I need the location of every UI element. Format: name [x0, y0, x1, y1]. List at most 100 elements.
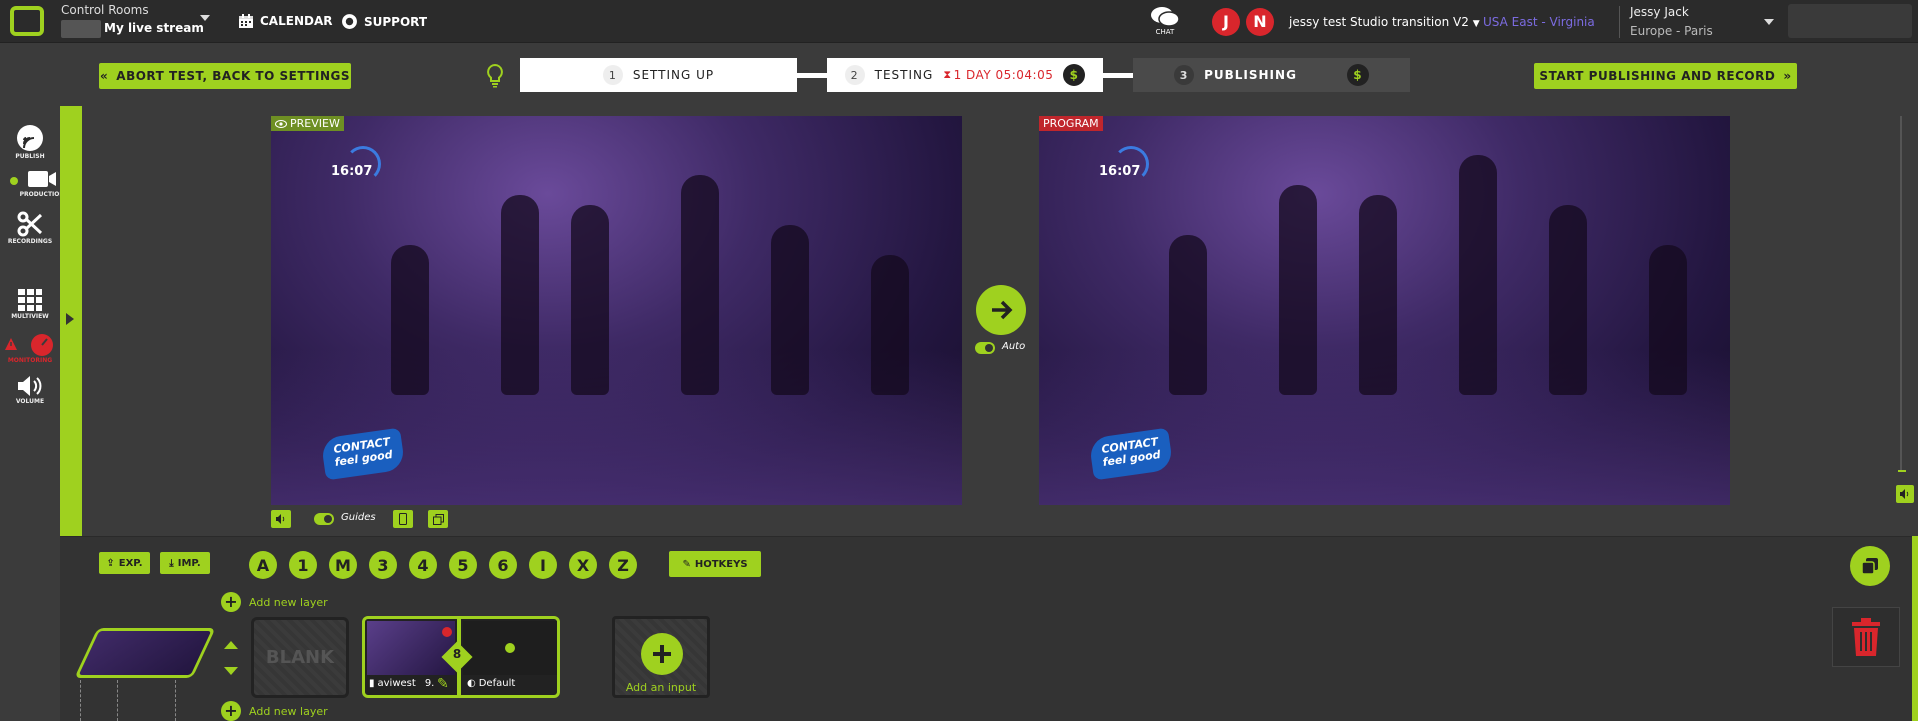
- app-logo-icon[interactable]: [10, 6, 44, 36]
- step-label: TESTING: [874, 68, 934, 82]
- chevron-right-icon[interactable]: [66, 313, 74, 325]
- hotkey-m[interactable]: M: [329, 551, 357, 579]
- video-figure: [391, 245, 429, 395]
- sidebar-item-multiview[interactable]: MULTIVIEW: [0, 288, 60, 320]
- hotkey-4[interactable]: 4: [409, 551, 437, 579]
- preview-video[interactable]: 16:07 CONTACT feel good: [271, 116, 962, 505]
- preview-label: PREVIEW: [271, 116, 344, 131]
- blank-scene-tile[interactable]: BLANK: [251, 617, 349, 698]
- video-figure: [1649, 245, 1687, 395]
- chevron-down-icon[interactable]: [200, 15, 210, 21]
- nav-calendar[interactable]: CALENDAR: [238, 13, 332, 29]
- hotkey-x[interactable]: X: [569, 551, 597, 579]
- video-camera-icon: ▮: [369, 678, 375, 689]
- add-input-tile[interactable]: Add an input: [612, 616, 710, 698]
- abort-test-button[interactable]: « ABORT TEST, BACK TO SETTINGS: [99, 63, 351, 89]
- sidebar-item-monitoring[interactable]: MONITORING: [0, 332, 60, 364]
- hotkey-3[interactable]: 3: [369, 551, 397, 579]
- mobile-icon: [399, 513, 407, 525]
- add-layer-bottom[interactable]: + Add new layer: [221, 701, 328, 721]
- start-publishing-button[interactable]: START PUBLISHING AND RECORD »: [1534, 63, 1797, 89]
- mobile-view-button[interactable]: [393, 510, 413, 528]
- scene-layout-thumbnail: [463, 621, 557, 675]
- video-figure: [1279, 185, 1317, 395]
- video-figure: [1359, 195, 1397, 395]
- chevron-down-icon[interactable]: [1764, 19, 1774, 25]
- hotkeys-button[interactable]: ✎ HOTKEYS: [669, 551, 761, 577]
- video-figure: [571, 205, 609, 395]
- scene-input-suffix: 9.: [424, 678, 435, 689]
- chat-button[interactable]: CHAT: [1148, 6, 1182, 36]
- step-label: PUBLISHING: [1204, 68, 1297, 82]
- avatar[interactable]: N: [1246, 8, 1274, 36]
- scene-tile[interactable]: 8 ▮ aviwest 9. ✎ ◐ Default: [362, 616, 560, 698]
- hotkey-a[interactable]: A: [249, 551, 277, 579]
- guides-label: Guides: [341, 512, 376, 523]
- auto-label: Auto: [1002, 341, 1026, 352]
- hotkey-i[interactable]: I: [529, 551, 557, 579]
- panel-scrollbar[interactable]: [1912, 536, 1918, 721]
- video-figure: [1169, 235, 1207, 395]
- sidebar-item-label: MONITORING: [7, 357, 53, 364]
- edit-pencil-icon[interactable]: ✎: [437, 676, 449, 692]
- hotkey-6[interactable]: 6: [489, 551, 517, 579]
- step-number: 1: [602, 65, 623, 85]
- program-audio-button[interactable]: [1896, 485, 1914, 503]
- recordings-icon: [17, 211, 43, 237]
- step-connector: [796, 73, 830, 78]
- shield-icon: ◐: [467, 678, 476, 689]
- auto-transition-toggle[interactable]: [975, 342, 995, 354]
- hotkey-5[interactable]: 5: [449, 551, 477, 579]
- import-button[interactable]: ⤓ IMP.: [160, 552, 210, 574]
- plus-icon: [641, 633, 683, 675]
- video-figure: [771, 225, 809, 395]
- program-video[interactable]: 16:07 CONTACT feel good: [1039, 116, 1730, 505]
- hotkeys-label: HOTKEYS: [694, 558, 748, 570]
- sidebar-item-publish[interactable]: PUBLISH: [0, 124, 60, 160]
- layer-preview-thumbnail[interactable]: [74, 628, 216, 678]
- upload-icon: ⇪: [106, 557, 115, 569]
- export-button[interactable]: ⇪ EXP.: [99, 552, 150, 574]
- multiview-icon: [18, 289, 42, 311]
- user-name[interactable]: Jessy Jack: [1630, 5, 1689, 19]
- program-label: PROGRAM: [1039, 116, 1103, 131]
- step-publishing[interactable]: 3 PUBLISHING $: [1133, 58, 1410, 92]
- avatar[interactable]: J: [1212, 8, 1240, 36]
- step-setting-up[interactable]: 1 SETTING UP: [520, 58, 797, 92]
- hotkey-1[interactable]: 1: [289, 551, 317, 579]
- stream-thumbnail: [61, 20, 101, 38]
- lightbulb-icon[interactable]: [486, 64, 504, 88]
- divider: [1619, 6, 1620, 38]
- layout-dot: [505, 643, 515, 653]
- volume-icon: [18, 376, 42, 396]
- duplicate-scene-button[interactable]: [1850, 546, 1890, 586]
- step-connector: [1102, 73, 1136, 78]
- studio-selector[interactable]: jessy test Studio transition V2 ▼: [1289, 15, 1480, 29]
- step-testing[interactable]: 2 TESTING ⧗ 1 DAY 05:04:05 $: [827, 58, 1103, 92]
- copy-view-button[interactable]: [428, 510, 448, 528]
- guides-toggle[interactable]: [314, 513, 334, 525]
- layer-guide-line: [175, 680, 176, 721]
- account-menu-placeholder[interactable]: [1788, 4, 1912, 38]
- sidebar-item-recordings[interactable]: RECORDINGS: [0, 211, 60, 245]
- eye-icon: [275, 119, 287, 128]
- sidebar-item-label: MULTIVIEW: [11, 313, 49, 320]
- delete-scene-button[interactable]: [1832, 607, 1900, 667]
- abort-test-label: ABORT TEST, BACK TO SETTINGS: [116, 69, 350, 83]
- video-figure: [871, 255, 909, 395]
- move-layer-up-icon[interactable]: [224, 641, 238, 649]
- transition-button[interactable]: [976, 285, 1026, 335]
- volume-icon: [276, 514, 285, 524]
- hotkey-z[interactable]: Z: [609, 551, 637, 579]
- region-label: USA East - Virginia: [1483, 15, 1595, 29]
- production-icon: [28, 171, 56, 187]
- stream-selector[interactable]: My live stream: [104, 21, 204, 35]
- user-timezone: Europe - Paris: [1630, 24, 1713, 38]
- nav-support[interactable]: SUPPORT: [341, 13, 427, 30]
- vu-meter-level: [1898, 470, 1906, 472]
- preview-audio-button[interactable]: [271, 510, 291, 528]
- sidebar-item-volume[interactable]: VOLUME: [0, 375, 60, 405]
- add-layer-top[interactable]: + Add new layer: [221, 592, 328, 612]
- preview-label-text: PREVIEW: [290, 117, 340, 130]
- move-layer-down-icon[interactable]: [224, 667, 238, 675]
